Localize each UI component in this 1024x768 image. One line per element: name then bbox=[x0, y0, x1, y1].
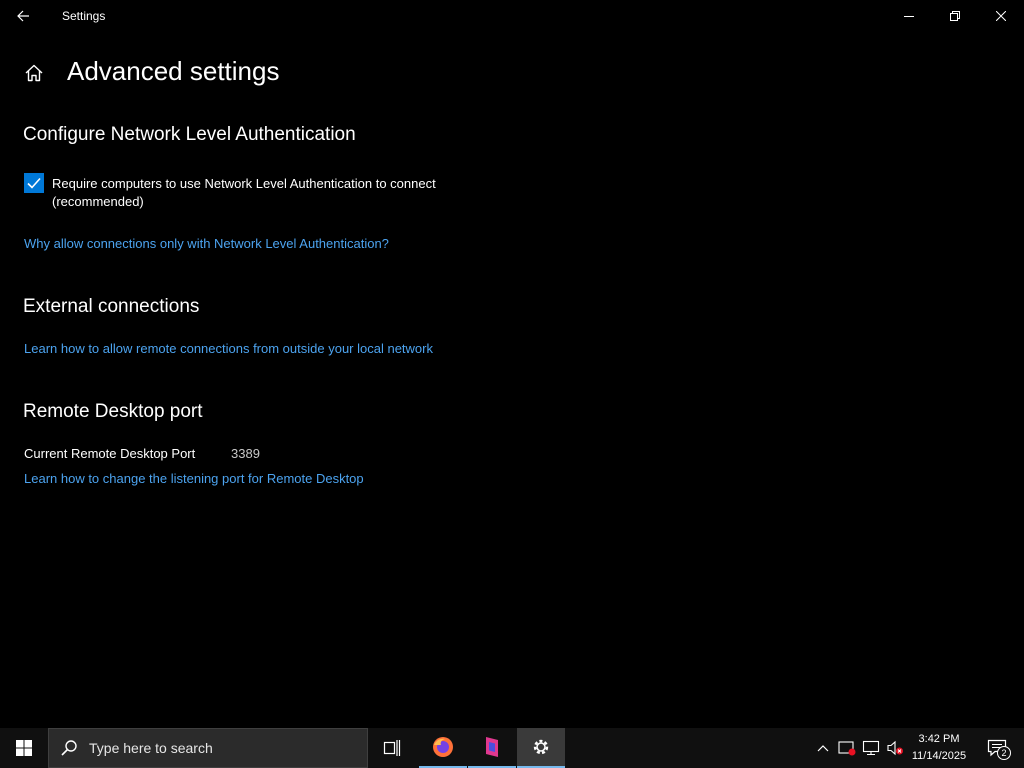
app-icon bbox=[486, 737, 498, 757]
volume-tray-button[interactable] bbox=[884, 728, 906, 768]
settings-taskbar-button[interactable] bbox=[517, 728, 565, 768]
firefox-taskbar-button[interactable] bbox=[419, 728, 467, 768]
minimize-icon bbox=[904, 16, 914, 17]
page-title: Advanced settings bbox=[67, 56, 280, 86]
checkmark-icon bbox=[27, 177, 41, 189]
gear-icon bbox=[533, 739, 549, 755]
nla-info-link[interactable]: Why allow connections only with Network … bbox=[24, 236, 389, 251]
action-center-button[interactable]: 2 bbox=[980, 728, 1014, 768]
notification-count-badge: 2 bbox=[997, 746, 1011, 760]
settings-window: Settings Advanced settings Configure Net… bbox=[0, 0, 1024, 728]
taskbar-search-box[interactable]: Type here to search bbox=[48, 728, 368, 768]
network-icon bbox=[862, 740, 880, 756]
volume-muted-icon bbox=[887, 740, 903, 756]
network-tray-button[interactable] bbox=[860, 728, 882, 768]
remote-desktop-port-heading: Remote Desktop port bbox=[23, 401, 203, 422]
clock-date: 11/14/2025 bbox=[911, 750, 967, 762]
security-tray-icon[interactable] bbox=[836, 728, 858, 768]
task-view-button[interactable] bbox=[368, 728, 416, 768]
show-desktop-button[interactable] bbox=[1016, 728, 1024, 768]
taskbar-clock[interactable]: 3:42 PM 11/14/2025 bbox=[906, 731, 972, 765]
search-icon bbox=[59, 738, 79, 758]
minimize-button[interactable] bbox=[886, 0, 932, 32]
external-connections-link[interactable]: Learn how to allow remote connections fr… bbox=[24, 341, 433, 356]
windows-logo-icon bbox=[16, 740, 32, 756]
title-bar: Settings bbox=[0, 0, 1024, 32]
change-port-link[interactable]: Learn how to change the listening port f… bbox=[24, 471, 364, 486]
start-button[interactable] bbox=[0, 728, 48, 768]
search-placeholder: Type here to search bbox=[89, 740, 213, 756]
app-taskbar-button[interactable] bbox=[468, 728, 516, 768]
nla-checkbox[interactable] bbox=[24, 173, 44, 193]
external-connections-heading: External connections bbox=[23, 296, 200, 317]
close-button[interactable] bbox=[978, 0, 1024, 32]
home-button[interactable] bbox=[22, 61, 46, 85]
restore-button[interactable] bbox=[932, 0, 978, 32]
firefox-icon bbox=[433, 737, 453, 757]
maximize-icon bbox=[950, 11, 960, 21]
taskbar: Type here to search 3:42 PM 11/14/2025 2 bbox=[0, 728, 1024, 768]
nla-checkbox-label[interactable]: Require computers to use Network Level A… bbox=[52, 175, 492, 211]
port-value: 3389 bbox=[231, 446, 260, 461]
back-arrow-icon bbox=[17, 10, 29, 22]
close-icon bbox=[996, 11, 1006, 21]
show-hidden-icons-button[interactable] bbox=[812, 728, 834, 768]
clock-time: 3:42 PM bbox=[918, 733, 960, 745]
window-title: Settings bbox=[62, 9, 106, 23]
chevron-up-icon bbox=[817, 745, 829, 752]
nla-heading: Configure Network Level Authentication bbox=[23, 124, 356, 145]
home-icon bbox=[25, 64, 43, 82]
task-view-icon bbox=[383, 740, 401, 756]
back-button[interactable] bbox=[8, 2, 38, 30]
port-label: Current Remote Desktop Port bbox=[24, 446, 196, 461]
security-icon bbox=[838, 741, 856, 756]
